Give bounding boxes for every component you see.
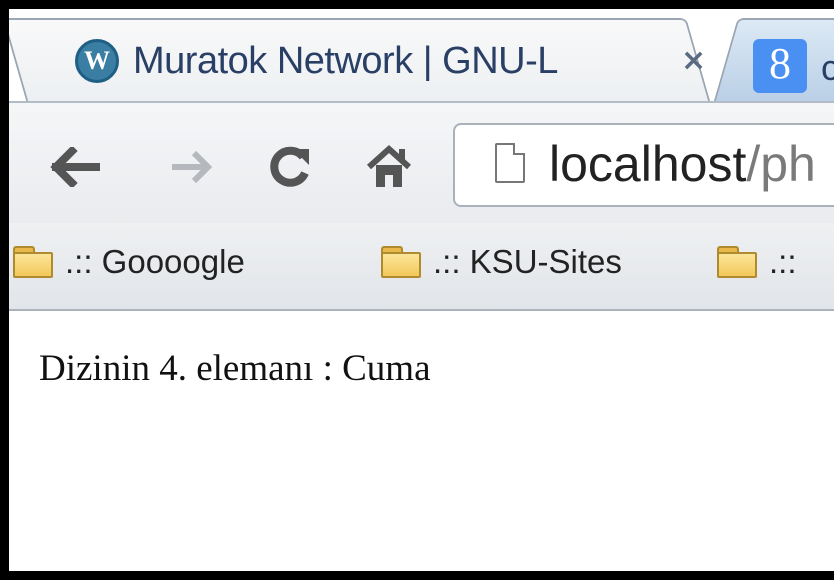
bookmark-folder-3[interactable]: .:: <box>717 243 797 281</box>
bookmark-label: .:: Goooogle <box>65 243 245 280</box>
home-button[interactable] <box>359 137 419 197</box>
folder-icon <box>381 246 421 278</box>
reload-button[interactable] <box>259 137 319 197</box>
tab-title: Muratok Network | GNU-L <box>133 39 558 82</box>
forward-button[interactable] <box>161 137 221 197</box>
reload-icon <box>270 146 309 187</box>
address-bar[interactable]: localhost/ph <box>453 123 834 207</box>
forward-arrow-icon <box>172 150 213 184</box>
page-content: Dizinin 4. elemanı : Cuma <box>9 311 834 571</box>
tab-close-button[interactable]: × <box>681 43 706 78</box>
address-url[interactable]: localhost/ph <box>549 133 816 195</box>
bookmarks-bar: .:: Goooogle .:: KSU-Sites .:: <box>9 223 834 311</box>
google-icon: 8 <box>753 39 807 93</box>
back-arrow-icon <box>50 147 100 187</box>
tab-active-content: W Muratok Network | GNU-L <box>75 27 558 95</box>
tab-google-title: c <box>821 47 834 89</box>
toolbar: localhost/ph <box>9 101 834 225</box>
home-icon <box>366 144 412 187</box>
bookmark-ksu-sites[interactable]: .:: KSU-Sites <box>381 243 622 281</box>
browser-window: W Muratok Network | GNU-L × 8 c <box>0 0 834 580</box>
wordpress-icon: W <box>75 39 119 83</box>
bookmark-label: .:: <box>769 243 797 280</box>
page-icon <box>495 143 525 183</box>
folder-icon <box>13 246 53 278</box>
tab-strip: W Muratok Network | GNU-L × 8 c <box>9 9 834 101</box>
bookmark-label: .:: KSU-Sites <box>433 243 622 280</box>
url-host: localhost <box>549 136 747 192</box>
bookmark-goooogle[interactable]: .:: Goooogle <box>13 243 245 281</box>
url-path: /ph <box>746 136 816 192</box>
back-button[interactable] <box>45 137 105 197</box>
page-text: Dizinin 4. elemanı : Cuma <box>39 348 431 389</box>
folder-icon <box>717 246 757 278</box>
